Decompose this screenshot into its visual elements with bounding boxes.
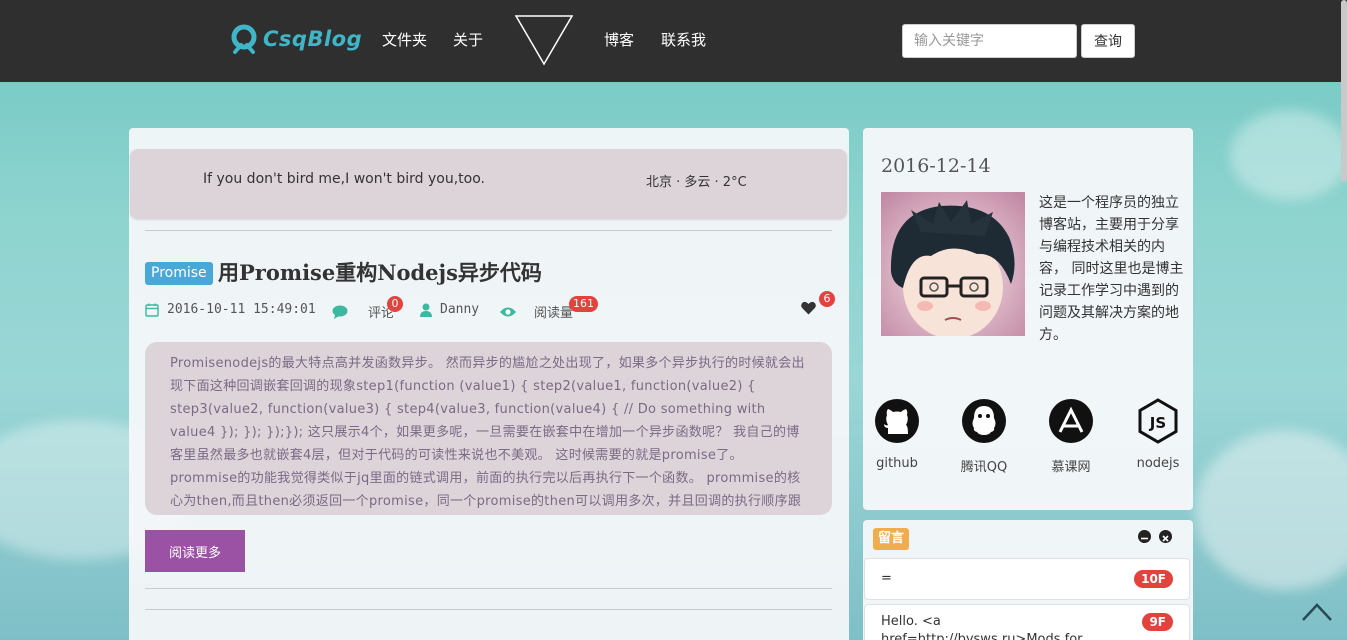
search-button[interactable]: 查询 [1081,24,1135,58]
divider [145,588,832,589]
post-date: 2016-10-11 15:49:01 [145,302,316,317]
eye-icon [500,307,516,316]
search-input[interactable] [902,24,1077,58]
message-board: 留言 = 10F Hello. <a href=http://bysws.ru>… [863,520,1193,640]
message-text: = [881,571,892,586]
main-content-panel: If you don't bird me,I won't bird you,to… [129,128,849,640]
github-icon [875,399,919,443]
profile-card: 2016-12-14 这是一个程序员的独立博客站，主要用于分享与编程技术相关的内… [863,128,1193,510]
post-excerpt: Promisenodejs的最大特点高并发函数异步。 然而异步的尴尬之处出现了，… [145,342,832,515]
avatar [881,192,1025,336]
nav-item-about[interactable]: 关于 [453,29,483,50]
read-more-button[interactable]: 阅读更多 [145,530,245,572]
social-label: github [876,456,918,471]
top-navbar: CsqBlog 文件夹 关于 博客 联系我 查询 [0,0,1347,182]
post-views: 阅读量 [500,302,573,321]
triangle-logo-icon[interactable] [513,13,575,67]
calendar-icon [145,303,159,317]
comment-icon [332,305,348,319]
motto-banner: If you don't bird me,I won't bird you,to… [130,149,847,219]
social-link-nodejs[interactable]: JS nodejs [1118,398,1198,471]
social-label: 腾讯QQ [960,460,1008,475]
social-label: nodejs [1136,456,1180,471]
back-to-top-icon[interactable] [1300,600,1334,624]
floor-badge: 9F [1142,613,1173,631]
divider [145,230,832,231]
like-count-badge: 6 [819,291,835,307]
logo-icon [231,24,257,54]
post-date-text: 2016-10-11 15:49:01 [167,302,316,317]
nav-item-blog[interactable]: 博客 [604,29,634,50]
post-title[interactable]: 用Promise重构Nodejs异步代码 [218,257,542,287]
post-comments[interactable]: 评论 [332,302,394,321]
message-board-tag: 留言 [873,528,910,550]
profile-date: 2016-12-14 [881,155,991,177]
social-link-imooc[interactable]: 慕课网 [1031,398,1111,475]
divider [145,609,832,610]
nav-item-contact[interactable]: 联系我 [661,29,706,50]
background-cloud [1195,430,1347,590]
qq-icon [962,399,1006,443]
floor-badge: 10F [1134,570,1173,588]
social-link-qq[interactable]: 腾讯QQ [944,398,1024,475]
motto-text: If you don't bird me,I won't bird you,to… [203,171,485,187]
profile-bio: 这是一个程序员的独立博客站，主要用于分享与编程技术相关的内容， 同时这里也是博主… [1039,195,1184,343]
social-link-github[interactable]: github [857,398,937,471]
collapse-icon[interactable] [1138,530,1151,543]
weather-text: 北京 · 多云 · 2°C [646,175,747,190]
svg-text:JS: JS [1149,414,1166,432]
message-item[interactable]: = 10F [864,558,1190,600]
comment-count-badge: 0 [387,296,403,312]
site-logo[interactable]: CsqBlog [229,24,362,54]
imooc-icon [1049,399,1093,443]
user-icon [420,303,432,317]
views-count-badge: 161 [569,296,598,312]
social-label: 慕课网 [1051,460,1091,475]
like-heart-icon[interactable] [801,301,816,315]
message-text: Hello. <a href=http://bysws.ru>Mods for … [881,614,1083,640]
logo-text: CsqBlog [263,27,363,51]
close-icon[interactable] [1159,530,1172,543]
author-name: Danny [440,302,480,317]
page-scrollbar[interactable] [1341,0,1347,182]
nav-item-folder[interactable]: 文件夹 [382,29,427,50]
views-label: 阅读量 [534,306,574,321]
background-cloud [1230,110,1347,200]
post-tag-badge[interactable]: Promise [145,262,213,285]
nodejs-icon: JS [1138,398,1178,444]
post-author[interactable]: Danny [420,302,479,317]
message-item[interactable]: Hello. <a href=http://bysws.ru>Mods for … [864,604,1190,640]
